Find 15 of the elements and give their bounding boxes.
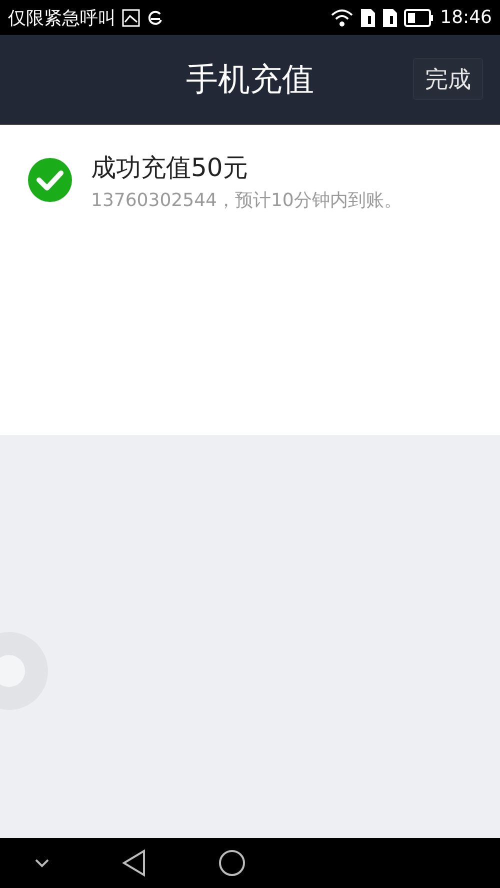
wifi-icon <box>330 8 354 28</box>
done-button[interactable]: 完成 <box>413 58 483 100</box>
success-check-icon <box>27 157 73 203</box>
picture-icon <box>122 8 140 26</box>
chevron-down-icon[interactable] <box>34 858 50 868</box>
back-icon[interactable] <box>122 849 146 877</box>
page-title: 手机充值 <box>186 58 314 100</box>
home-icon[interactable] <box>218 849 246 877</box>
sim-card-icon <box>382 8 398 28</box>
success-title: 成功充值50元 <box>91 152 249 184</box>
carrier-text: 仅限紧急呼叫 <box>8 6 116 30</box>
clock-text: 18:46 <box>440 7 492 28</box>
success-detail: 13760302544，预计10分钟内到账。 <box>91 189 402 212</box>
battery-icon <box>404 8 434 26</box>
sim-card-icon <box>360 8 376 28</box>
